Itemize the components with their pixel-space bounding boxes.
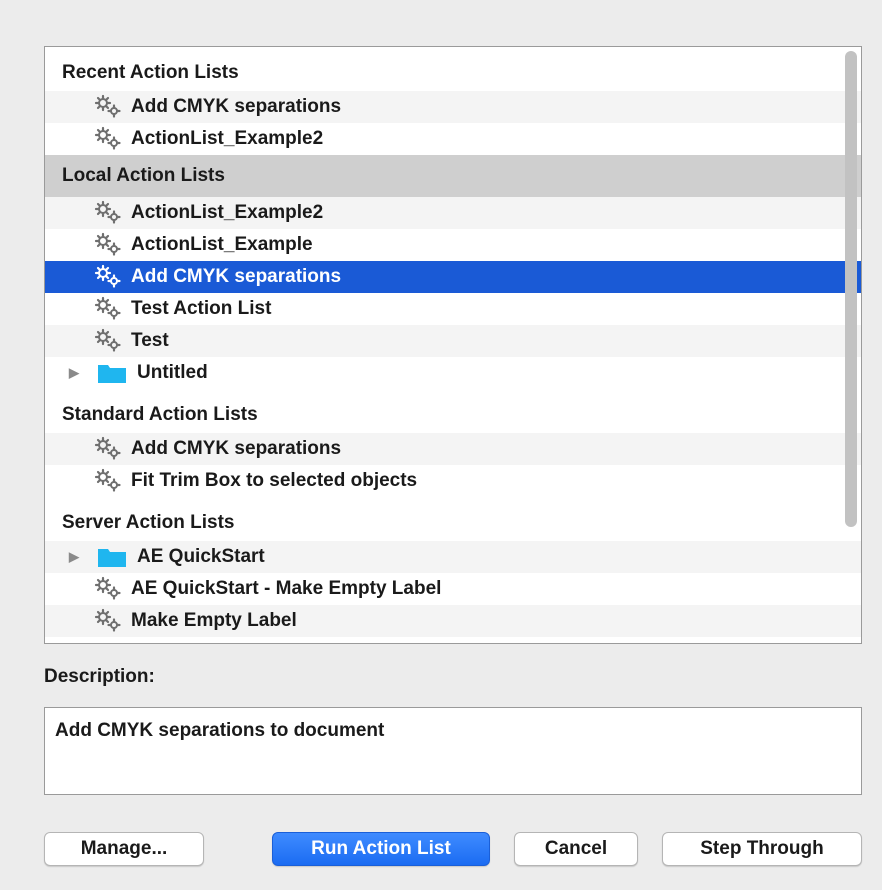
- section-header-local: Local Action Lists: [45, 155, 861, 197]
- item-label: Untitled: [137, 362, 208, 383]
- item-label: Make Empty Label: [131, 610, 297, 631]
- description-text: Add CMYK separations to document: [55, 720, 385, 741]
- gear-icon: [94, 232, 121, 256]
- item-label: ActionList_Example2: [131, 128, 324, 149]
- section-header-recent: Recent Action Lists: [62, 62, 239, 83]
- disclosure-triangle-icon[interactable]: ▶: [69, 549, 83, 565]
- list-item-folder[interactable]: ▶ AE QuickStart: [45, 541, 861, 573]
- folder-icon: [98, 549, 126, 567]
- item-label: Test: [131, 330, 169, 351]
- item-label: ActionList_Example: [131, 234, 313, 255]
- description-label: Description:: [44, 666, 155, 687]
- gear-icon: [94, 126, 121, 150]
- list-item[interactable]: ActionList_Example: [45, 229, 861, 261]
- list-item-selected[interactable]: Add CMYK separations: [45, 261, 861, 293]
- list-item-folder[interactable]: ▶ Untitled: [45, 357, 861, 389]
- folder-icon: [98, 365, 126, 383]
- gear-icon: [94, 576, 121, 600]
- gear-icon: [94, 264, 121, 288]
- list-item[interactable]: Fit Trim Box to selected objects: [45, 465, 861, 497]
- item-label: Test Action List: [131, 298, 272, 319]
- description-field[interactable]: Add CMYK separations to document: [44, 707, 862, 795]
- run-action-list-button[interactable]: Run Action List: [272, 832, 490, 866]
- item-label: Fit Trim Box to selected objects: [131, 470, 418, 491]
- list-item[interactable]: Add CMYK separations: [45, 91, 861, 123]
- item-label: AE QuickStart - Make Empty Label: [131, 578, 442, 599]
- item-label: Add CMYK separations: [131, 96, 342, 117]
- list-item[interactable]: ActionList_Example2: [45, 123, 861, 155]
- gear-icon: [94, 608, 121, 632]
- cancel-button[interactable]: Cancel: [514, 832, 638, 866]
- list-item[interactable]: ActionList_Example2: [45, 197, 861, 229]
- section-header-standard: Standard Action Lists: [62, 404, 258, 425]
- item-label: Add CMYK separations: [131, 266, 342, 287]
- list-item[interactable]: AE QuickStart - Make Empty Label: [45, 573, 861, 605]
- vertical-scrollbar[interactable]: [845, 51, 857, 527]
- list-item[interactable]: Test: [45, 325, 861, 357]
- gear-icon: [94, 436, 121, 460]
- gear-icon: [94, 328, 121, 352]
- manage-button[interactable]: Manage...: [44, 832, 204, 866]
- step-through-button[interactable]: Step Through: [662, 832, 862, 866]
- gear-icon: [94, 200, 121, 224]
- action-list-panel[interactable]: Recent Action Lists Add CMYK separations…: [44, 46, 862, 644]
- disclosure-triangle-icon[interactable]: ▶: [69, 365, 83, 381]
- item-label: AE QuickStart: [137, 546, 265, 567]
- gear-icon: [94, 94, 121, 118]
- list-item[interactable]: Test Action List: [45, 293, 861, 325]
- gear-icon: [94, 468, 121, 492]
- list-item[interactable]: Add CMYK separations: [45, 433, 861, 465]
- item-label: Add CMYK separations: [131, 438, 342, 459]
- item-label: ActionList_Example2: [131, 202, 324, 223]
- list-item[interactable]: Make Empty Label: [45, 605, 861, 637]
- section-header-server: Server Action Lists: [62, 512, 235, 533]
- gear-icon: [94, 296, 121, 320]
